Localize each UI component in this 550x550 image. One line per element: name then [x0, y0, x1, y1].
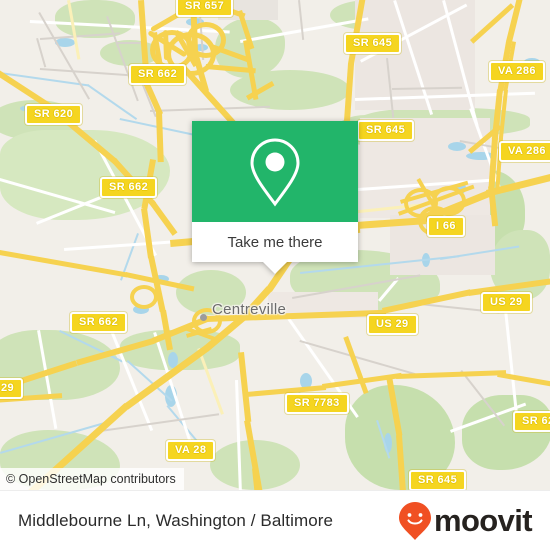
road-shield-sr662[interactable]: SR 662	[70, 312, 128, 333]
take-me-there-label: Take me there	[227, 233, 323, 251]
road-shield-va286[interactable]: VA 286	[489, 61, 545, 82]
moovit-wordmark: moovit	[433, 503, 533, 538]
road-shield-sr620[interactable]: SR 620	[513, 411, 550, 432]
map-canvas[interactable]: Centreville SR 657 SR 662 SR 620 SR 662 …	[0, 0, 550, 490]
highway-sr662	[156, 112, 164, 163]
highway-sr7783	[497, 372, 550, 388]
highway-us29	[0, 250, 129, 278]
road-shield-sr662[interactable]: SR 662	[100, 177, 158, 198]
moovit-map-screenshot: Centreville SR 657 SR 662 SR 620 SR 662 …	[0, 0, 550, 550]
road-shield-va28[interactable]: VA 28	[166, 440, 216, 461]
popup-tail	[262, 261, 288, 274]
moovit-logo[interactable]: moovit	[398, 501, 533, 541]
popup-action-bar[interactable]: Take me there	[192, 222, 358, 274]
road-shield-us29[interactable]: US 29	[367, 314, 418, 335]
road-shield-sr7783[interactable]: SR 7783	[285, 393, 349, 414]
road-shield-va286[interactable]: VA 286	[499, 141, 550, 162]
road-shield-us29[interactable]: US 29	[481, 292, 532, 313]
location-title: Middlebourne Ln, Washington / Baltimore	[18, 510, 334, 530]
landuse-forest	[462, 395, 550, 470]
city-marker-dot	[200, 314, 207, 321]
map-attribution[interactable]: © OpenStreetMap contributors	[0, 468, 184, 490]
track-road	[298, 0, 305, 40]
stream	[87, 84, 138, 120]
destination-popup[interactable]: Take me there	[192, 121, 358, 274]
road-shield-sr645[interactable]: SR 645	[409, 470, 467, 490]
highway-sr620	[149, 200, 178, 236]
road-shield-sr620[interactable]: SR 620	[25, 104, 83, 125]
road-shield-sr645[interactable]: SR 645	[357, 120, 415, 141]
water-body	[448, 142, 466, 151]
track-road	[116, 42, 144, 44]
highway-roundabout	[130, 285, 158, 309]
landuse-park	[230, 70, 350, 110]
road-shield-29[interactable]: 29	[0, 378, 24, 399]
moovit-smiley-pin-icon	[398, 501, 431, 540]
road-shield-i66[interactable]: I 66	[427, 216, 465, 237]
place-label-centreville: Centreville	[212, 301, 287, 318]
road-shield-sr662[interactable]: SR 662	[129, 64, 187, 85]
highway-va28	[238, 352, 252, 423]
road-shield-sr657[interactable]: SR 657	[176, 0, 234, 17]
track-road	[36, 38, 47, 68]
footer-bar: Middlebourne Ln, Washington / Baltimore …	[0, 490, 550, 550]
highway-sr645	[343, 63, 354, 124]
track-road	[150, 105, 270, 112]
road-shield-sr645[interactable]: SR 645	[344, 33, 402, 54]
map-pin-icon	[250, 137, 300, 206]
popup-header	[192, 121, 358, 222]
